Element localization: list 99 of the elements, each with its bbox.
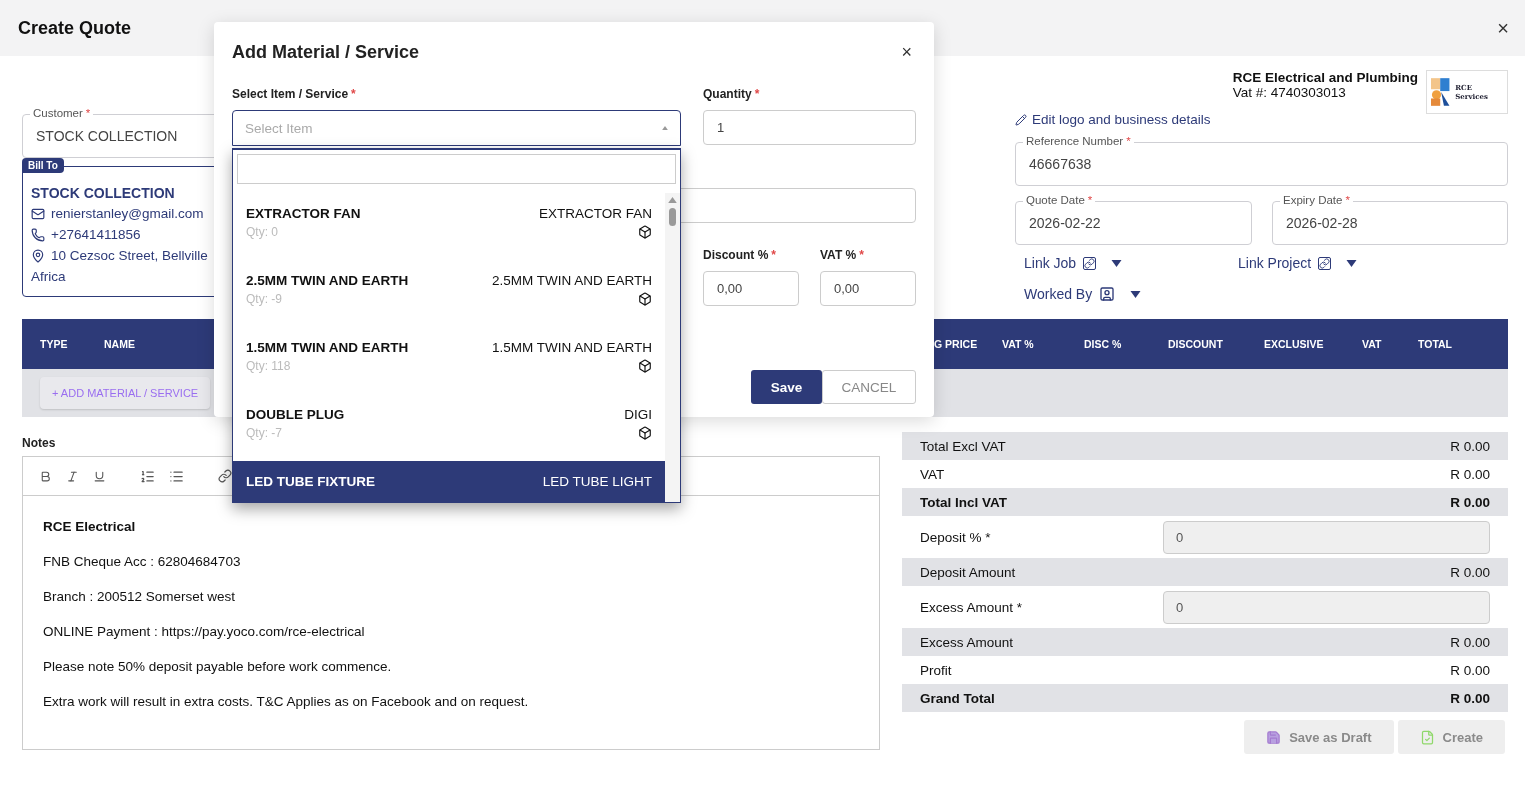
caret-icon	[1111, 259, 1123, 267]
discount-input[interactable]: 0,00	[703, 271, 799, 306]
save-button[interactable]: Save	[751, 370, 822, 404]
total-label: Grand Total	[920, 690, 995, 706]
field-label: Select Item / Service *	[232, 87, 357, 103]
link-dropdown[interactable]: Link Project	[1238, 255, 1508, 271]
item-code: 2.5MM TWIN AND EARTH	[491, 273, 652, 288]
address-text: 10 Cezsoc Street, Bellville	[51, 248, 208, 263]
caret-icon	[1130, 290, 1142, 298]
note-text: Please note 50% deposit payable before work commence.	[43, 658, 393, 675]
item-qty: Qty: -9	[246, 292, 282, 306]
column-header: TOTAL	[1418, 338, 1453, 350]
address-text: Africa	[31, 269, 66, 284]
column-header: G PRICE	[934, 337, 978, 351]
bill-to-badge: Bill To	[22, 158, 64, 173]
vat-number: Vat #: 4740303013	[1232, 85, 1347, 100]
note-text: Branch : 200512 Somerset west	[43, 588, 237, 605]
mail-icon	[31, 206, 45, 221]
total-label: Profit	[920, 662, 952, 678]
field-label: Expiry Date *	[1280, 193, 1353, 208]
cube-icon	[638, 225, 652, 239]
link-icon	[1318, 256, 1332, 270]
cancel-button[interactable]: CANCEL	[822, 370, 916, 404]
bullet-list-icon[interactable]	[167, 468, 186, 484]
cube-icon	[638, 292, 652, 306]
item-name: LED TUBE FIXTURE	[246, 474, 375, 489]
item-code: 1.5MM TWIN AND EARTH	[491, 340, 652, 355]
column-header: EXCLUSIVE	[1264, 338, 1324, 350]
ordered-list-icon[interactable]	[138, 468, 157, 484]
total-value: R 0.00	[1450, 662, 1490, 678]
field-label: Discount % *	[703, 248, 777, 264]
phone-icon	[31, 227, 45, 242]
note-text: RCE Electrical	[43, 518, 137, 535]
total-value: R 0.00	[1450, 690, 1490, 706]
total-label: VAT	[920, 466, 945, 482]
column-header: VAT	[1362, 338, 1382, 350]
dialog-title: Add Material / Service	[232, 42, 420, 63]
dropdown-item[interactable]: LED TUBE FIXTURE LED TUBE LIGHT	[233, 461, 665, 502]
edit-business-link[interactable]: Edit logo and business details	[1015, 112, 1508, 127]
file-check-icon	[1419, 729, 1435, 745]
note-text: ONLINE Payment : https://pay.yoco.com/rce-electrical	[43, 623, 366, 640]
item-code: LED TUBE LIGHT	[542, 474, 652, 489]
total-label: Deposit Amount	[920, 564, 1016, 580]
total-value: R 0.00	[1450, 438, 1490, 454]
total-value: R 0.00	[1450, 494, 1490, 510]
total-label: Excess Amount	[920, 634, 1014, 650]
amount-input[interactable]: 0	[1163, 590, 1490, 624]
vat-input[interactable]: 0,00	[820, 271, 916, 306]
item-name: EXTRACTOR FAN	[246, 206, 361, 221]
column-header: VAT %	[1002, 338, 1034, 350]
field-label: Quantity *	[703, 87, 761, 103]
item-qty: Qty: 0	[246, 225, 278, 239]
link-icon	[1083, 256, 1097, 270]
search-field[interactable]	[237, 154, 676, 184]
scrollbar-thumb[interactable]	[669, 208, 676, 227]
link-dropdown[interactable]: Link Job	[1024, 255, 1238, 271]
total-value: R 0.00	[1450, 466, 1490, 482]
close-button[interactable]: ×	[897, 42, 916, 63]
total-value: R 0.00	[1450, 634, 1490, 650]
cube-icon	[638, 359, 652, 373]
column-header: TYPE	[39, 338, 68, 350]
note-text: FNB Cheque Acc : 62804684703	[43, 553, 242, 570]
business-name: RCE Electrical and Plumbing	[1232, 70, 1418, 85]
total-label: Excess Amount *	[920, 599, 1023, 615]
item-name: 2.5MM TWIN AND EARTH	[246, 273, 409, 288]
field-label: Quote Date *	[1023, 193, 1096, 208]
caret-icon	[662, 125, 668, 131]
item-code: DIGI	[624, 407, 652, 422]
amount-input[interactable]: 0	[1163, 520, 1490, 554]
cube-icon	[638, 426, 652, 440]
quantity-input[interactable]: 1	[703, 110, 916, 145]
item-name: DOUBLE PLUG	[246, 407, 345, 422]
phone-text: +27641411856	[51, 227, 141, 242]
column-header: DISCOUNT	[1168, 338, 1223, 350]
total-label: Deposit % *	[920, 529, 991, 545]
caret-icon	[1346, 259, 1358, 267]
item-qty: Qty: -7	[246, 426, 282, 440]
customer-name: STOCK COLLECTION	[31, 185, 176, 201]
note-text: Extra work will result in extra costs. T&C Applies as on Facebook and on request.	[43, 693, 530, 710]
close-button[interactable]: ×	[1493, 16, 1513, 40]
link-dropdown[interactable]: Worked By	[1024, 286, 1238, 302]
column-header: NAME	[104, 338, 135, 350]
notes-label: Notes	[22, 436, 57, 450]
column-header: DISC %	[1084, 338, 1122, 350]
total-value: R 0.00	[1450, 564, 1490, 580]
item-name: 1.5MM TWIN AND EARTH	[246, 340, 409, 355]
field-label: VAT % *	[820, 248, 865, 264]
email-text: renierstanley@gmail.com	[51, 206, 204, 221]
link-icon[interactable]	[216, 469, 234, 483]
page-title: Create Quote	[18, 17, 132, 39]
item-qty: Qty: 118	[246, 359, 291, 373]
total-label: Total Incl VAT	[920, 494, 1007, 510]
map-pin-icon	[31, 248, 45, 263]
person-icon	[1099, 286, 1116, 302]
total-label: Total Excl VAT	[920, 438, 1006, 454]
item-code: EXTRACTOR FAN	[538, 206, 652, 221]
scroll-up-icon	[668, 197, 677, 204]
pencil-icon	[1015, 113, 1027, 126]
scrollbar[interactable]	[665, 193, 680, 502]
